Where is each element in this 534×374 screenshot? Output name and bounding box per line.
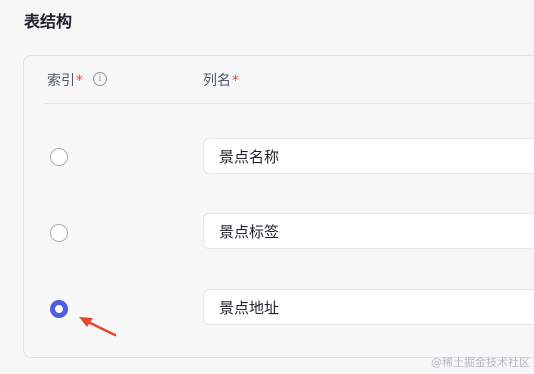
header-divider [44,103,534,104]
section-title: 表结构 [24,12,73,31]
red-arrow-icon [79,317,117,337]
index-radio[interactable] [50,148,68,166]
watermark: @稀土掘金技术社区 [431,356,530,369]
column-name-input[interactable] [203,289,534,325]
column-header-label: 列名 [203,73,231,89]
required-asterisk: * [232,73,239,89]
table-row [0,137,534,177]
info-circle-icon[interactable]: i [93,72,107,86]
column-name-input[interactable] [203,138,534,174]
index-column-header: 索引 * [47,71,83,91]
index-radio[interactable] [50,224,68,242]
index-radio-selected[interactable] [50,300,68,318]
required-asterisk: * [76,73,83,89]
column-name-input[interactable] [203,213,534,249]
index-header-label: 索引 [47,73,75,89]
table-row [0,212,534,252]
column-name-header: 列名* [203,71,239,91]
